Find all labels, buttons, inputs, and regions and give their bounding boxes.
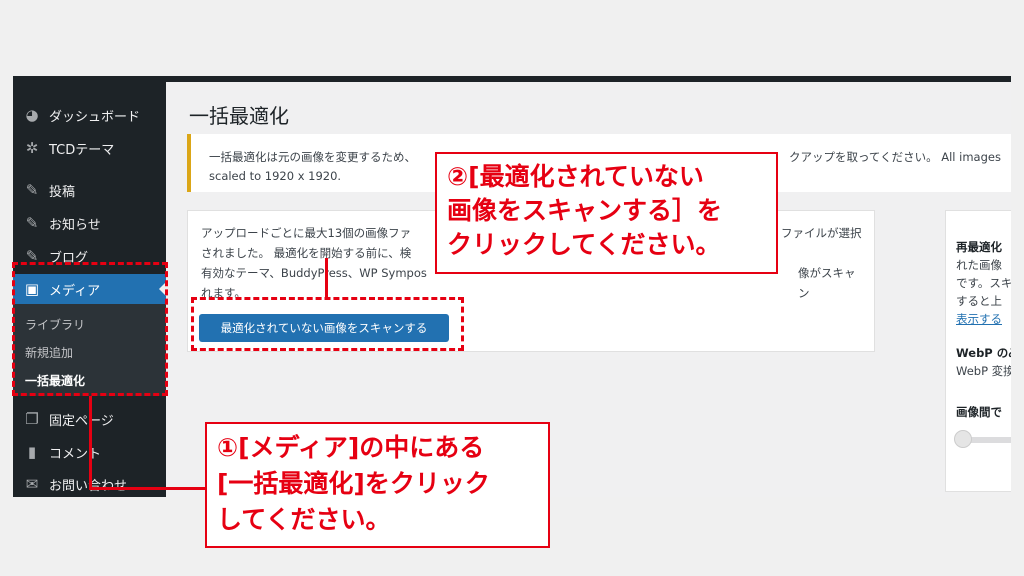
sidebar-item-label: TCDテーマ bbox=[49, 142, 115, 158]
connector-step-2 bbox=[325, 258, 328, 298]
step-1-line-1: ①[メディア]の中にある bbox=[217, 433, 485, 462]
gear-icon: ✲ bbox=[25, 139, 39, 157]
webp-text: WebP 変換 bbox=[956, 364, 1011, 378]
notice-line-1: 一括最適化は元の画像を変更するため、 bbox=[209, 150, 416, 164]
sidebar-item-label: 投稿 bbox=[49, 184, 76, 200]
sidebar-item-posts[interactable]: ✎ 投稿 bbox=[13, 175, 166, 205]
step-2-line-3: クリックしてください。 bbox=[447, 230, 721, 259]
sidebar-item-dashboard[interactable]: ◕ ダッシュボード bbox=[13, 100, 166, 130]
step-2-line-2: 画像をスキャンする］を bbox=[447, 196, 723, 225]
sidebar-item-label: 固定ページ bbox=[49, 413, 114, 429]
side-text-line-3: すると上 bbox=[956, 294, 1002, 308]
side-settings-panel: 再最適化 れた画像 です。スキ すると上 表示する WebP のみ WebP 変… bbox=[945, 210, 1011, 492]
dashboard-icon: ◕ bbox=[25, 106, 39, 124]
pin-icon: ✎ bbox=[25, 214, 39, 232]
highlight-scan-button bbox=[191, 297, 464, 351]
notice-line-1-end: クアップを取ってください。 All images bbox=[789, 150, 1001, 164]
webp-heading: WebP のみ bbox=[956, 346, 1011, 360]
card-line-1-end: ファイルが選択 bbox=[781, 226, 862, 240]
highlight-media-menu bbox=[12, 262, 168, 396]
show-more-link[interactable]: 表示する bbox=[956, 311, 1002, 327]
side-text-line-2: です。スキ bbox=[956, 276, 1011, 290]
card-line-3: 有効なテーマ、BuddyPress、WP Sympos bbox=[201, 266, 427, 280]
step-2-callout: ②[最適化されていない 画像をスキャンする］を クリックしてください。 bbox=[435, 152, 778, 274]
card-line-2: されました。 最適化を開始する前に、検 bbox=[201, 246, 412, 260]
step-1-line-2: [一括最適化]をクリック bbox=[217, 469, 490, 498]
comment-icon: ▮ bbox=[27, 443, 37, 461]
step-1-line-3: してください。 bbox=[217, 505, 391, 534]
page-title: 一括最適化 bbox=[189, 104, 289, 128]
pin-icon: ✎ bbox=[25, 181, 39, 199]
card-line-1: アップロードごとに最大13個の画像ファ bbox=[201, 226, 412, 240]
connector-step-1-vertical bbox=[89, 396, 92, 489]
side-text-line-1: れた画像 bbox=[956, 258, 1002, 272]
step-1-callout: ①[メディア]の中にある [一括最適化]をクリック してください。 bbox=[205, 422, 550, 548]
connector-step-1-horizontal bbox=[89, 487, 206, 490]
mail-icon: ✉ bbox=[25, 475, 39, 493]
pages-icon: ❐ bbox=[25, 410, 39, 428]
step-2-line-1: ②[最適化されていない bbox=[447, 162, 704, 191]
sidebar-item-news[interactable]: ✎ お知らせ bbox=[13, 208, 166, 238]
delay-heading: 画像間で bbox=[956, 405, 1002, 419]
sidebar-item-label: お問い合わせ bbox=[49, 478, 128, 494]
sidebar-item-tcd-theme[interactable]: ✲ TCDテーマ bbox=[13, 133, 166, 163]
sidebar-item-label: コメント bbox=[49, 446, 102, 462]
sidebar-item-label: ダッシュボード bbox=[49, 109, 141, 125]
card-line-3-end: 像がスキャン bbox=[798, 266, 856, 300]
sidebar-item-label: お知らせ bbox=[49, 217, 101, 233]
reoptimize-heading: 再最適化 bbox=[956, 240, 1002, 254]
delay-slider-handle[interactable] bbox=[954, 430, 972, 448]
